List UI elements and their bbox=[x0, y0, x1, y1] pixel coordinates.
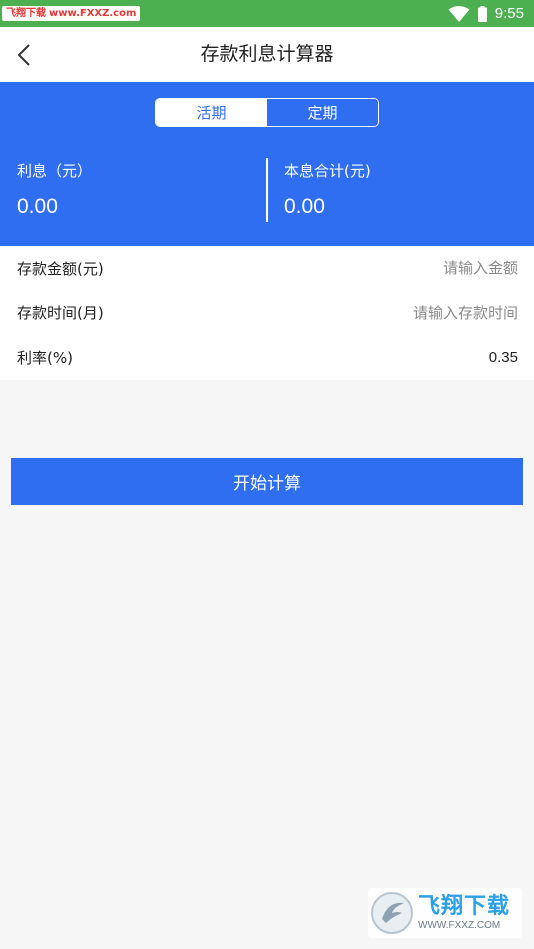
rate-row: 利率(%) 0.35 bbox=[0, 335, 534, 380]
watermark-url-text: www.FXXZ.com bbox=[49, 8, 137, 19]
deposit-form: 存款金额(元) 存款时间(月) 利率(%) 0.35 bbox=[0, 246, 534, 380]
tab-current[interactable]: 活期 bbox=[156, 99, 267, 126]
wifi-icon bbox=[448, 5, 470, 22]
interest-result: 利息（元） 0.00 bbox=[17, 160, 92, 219]
time-label: 存款时间(月) bbox=[17, 304, 104, 323]
rate-value: 0.35 bbox=[488, 348, 518, 366]
fxxz-logo-icon bbox=[371, 892, 413, 934]
interest-label: 利息（元） bbox=[17, 162, 93, 180]
calculate-button[interactable]: 开始计算 bbox=[11, 458, 523, 505]
tab-fixed[interactable]: 定期 bbox=[267, 99, 378, 126]
watermark-badge: 飞翔下载 www.FXXZ.com bbox=[2, 6, 141, 21]
result-divider bbox=[266, 158, 268, 222]
page-title: 存款利息计算器 bbox=[200, 43, 334, 65]
time-row: 存款时间(月) bbox=[0, 291, 534, 336]
amount-input[interactable] bbox=[298, 259, 518, 278]
interest-value: 0.00 bbox=[17, 195, 58, 218]
status-icons: 9:55 bbox=[448, 0, 524, 27]
time-input[interactable] bbox=[298, 303, 518, 322]
status-bar: 飞翔下载 www.FXXZ.com 9:55 bbox=[0, 0, 534, 27]
status-time: 9:55 bbox=[494, 5, 524, 22]
nav-bar: 存款利息计算器 bbox=[0, 27, 534, 82]
result-header: 活期 定期 利息（元） 0.00 本息合计(元) 0.00 bbox=[0, 82, 534, 246]
back-button[interactable] bbox=[6, 37, 42, 73]
battery-icon bbox=[477, 5, 487, 22]
watermark-url: WWW.FXXZ.COM bbox=[418, 920, 501, 931]
watermark-logo: 飞翔下载 WWW.FXXZ.COM bbox=[368, 888, 522, 938]
chevron-left-icon bbox=[17, 44, 30, 66]
amount-label: 存款金额(元) bbox=[17, 259, 104, 278]
rate-label: 利率(%) bbox=[17, 348, 73, 367]
total-label: 本息合计(元) bbox=[284, 162, 371, 180]
watermark-brand-text: 飞翔下载 bbox=[6, 8, 46, 19]
deposit-type-segment: 活期 定期 bbox=[155, 98, 379, 127]
total-value: 0.00 bbox=[284, 195, 325, 218]
watermark-brand: 飞翔下载 bbox=[418, 894, 511, 919]
amount-row: 存款金额(元) bbox=[0, 246, 534, 291]
total-result: 本息合计(元) 0.00 bbox=[284, 160, 371, 219]
